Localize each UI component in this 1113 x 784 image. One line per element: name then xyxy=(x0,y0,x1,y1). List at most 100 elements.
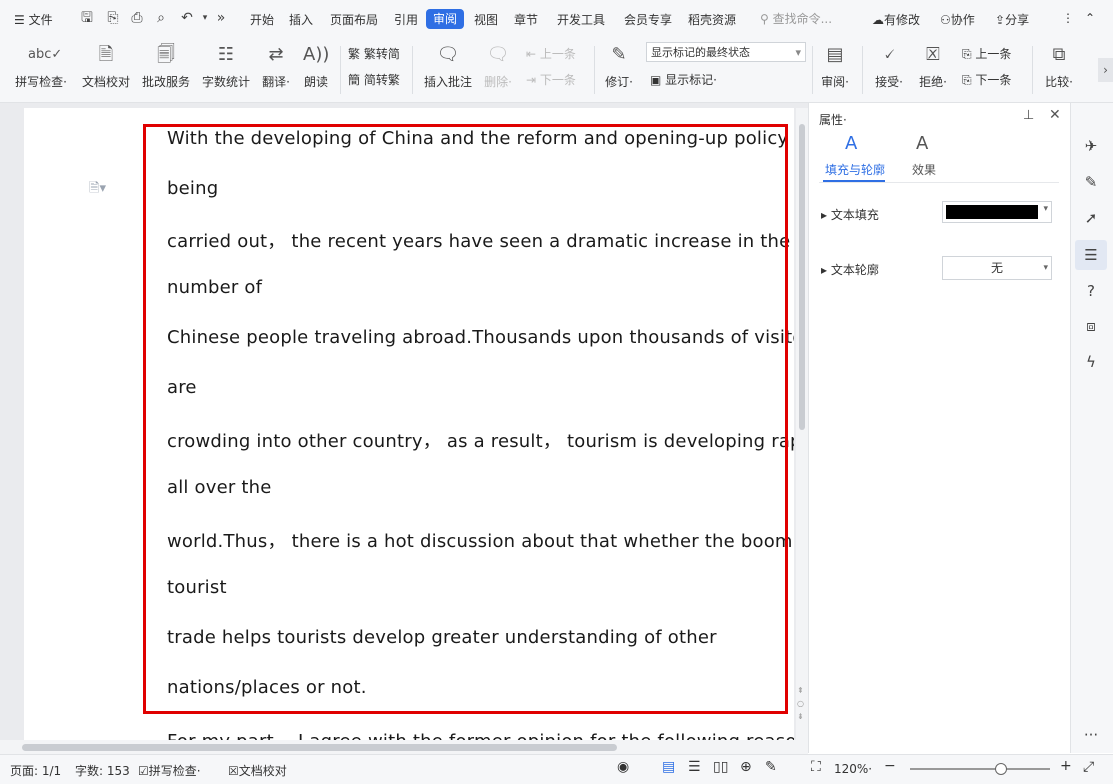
tab-insert[interactable]: 插入 xyxy=(289,11,313,28)
tab-page-layout[interactable]: 页面布局 xyxy=(330,11,378,28)
revise-service-button[interactable]: 🗐 批改服务 xyxy=(138,40,194,98)
tab-effects[interactable]: 效果 xyxy=(912,161,936,178)
help-icon[interactable]: ? xyxy=(1080,280,1102,302)
tab-member[interactable]: 会员专享 xyxy=(624,11,672,28)
eye-protection-icon[interactable]: ◉ xyxy=(617,759,629,775)
horizontal-scroll-thumb[interactable] xyxy=(22,744,617,751)
prev-comment-button[interactable]: ⇤ 上一条 xyxy=(526,45,576,62)
share-label: 分享 xyxy=(1005,13,1030,27)
status-spell-check-label: 拼写检查· xyxy=(148,764,201,778)
next-change-label: 下一条 xyxy=(975,73,1012,87)
status-doc-proof[interactable]: ☒文档校对 xyxy=(228,762,287,779)
simp-to-trad-button[interactable]: 簡 简转繁 xyxy=(348,71,400,88)
comment-delete-icon: 🗨 xyxy=(486,44,510,65)
share-button[interactable]: ⇪分享 xyxy=(995,11,1029,28)
write-view-icon[interactable]: ✎ xyxy=(765,759,777,775)
compare-button[interactable]: ⧉ 比较· xyxy=(1040,40,1078,98)
tab-developer[interactable]: 开发工具 xyxy=(557,11,605,28)
modified-button[interactable]: ☁有修改 xyxy=(872,11,920,28)
text-outline-select[interactable]: 无 ▾ xyxy=(942,256,1052,280)
fit-page-icon[interactable]: ⛶ xyxy=(811,759,821,775)
spell-check-button[interactable]: abc✓ 拼写检查· xyxy=(10,40,72,98)
reject-icon: 🗵 xyxy=(926,44,940,65)
undo-icon[interactable]: ↶ xyxy=(178,9,196,27)
file-menu[interactable]: ☰ 文件 xyxy=(14,11,53,28)
track-changes-button[interactable]: ✎ 修订· xyxy=(600,40,638,98)
next-comment-button[interactable]: ⇥ 下一条 xyxy=(526,71,576,88)
backup-icon[interactable]: ⧈ xyxy=(1080,315,1102,337)
doc-proof-button[interactable]: 🗎 文档校对 xyxy=(78,40,134,98)
close-icon[interactable]: ✕ xyxy=(1049,107,1061,123)
fullscreen-icon[interactable]: ⤢ xyxy=(1083,759,1094,775)
page-nav-icons[interactable]: ⇞ ○ ⇟ xyxy=(797,684,804,723)
user-icon: ⚇ xyxy=(940,13,951,27)
save-icon[interactable]: 🖫 xyxy=(78,9,96,27)
more-dots-icon[interactable]: ··· xyxy=(1080,724,1102,746)
zoom-level-select[interactable]: 120%· xyxy=(834,762,872,776)
more-menu-icon[interactable]: ⋮ xyxy=(1062,11,1074,25)
tab-references[interactable]: 引用 xyxy=(394,11,418,28)
read-aloud-button[interactable]: A)) 朗读 xyxy=(298,40,334,98)
status-doc-proof-label: 文档校对 xyxy=(238,764,287,778)
command-search-placeholder: 查找命令... xyxy=(772,12,833,26)
reject-button[interactable]: 🗵 拒绝· xyxy=(914,40,952,98)
tab-docer[interactable]: 稻壳资源 xyxy=(688,11,736,28)
show-markup-button[interactable]: ▣ 显示标记· xyxy=(650,71,717,88)
command-search[interactable]: ⚲ 查找命令... xyxy=(760,10,832,27)
more-quick-icon[interactable]: » xyxy=(212,9,230,27)
web-view-icon[interactable]: ⊕ xyxy=(740,759,752,775)
print-preview-icon[interactable]: ⌕ xyxy=(152,9,170,27)
chevron-down-icon: ▾ xyxy=(795,46,801,59)
insert-comment-button[interactable]: 🗨 插入批注 xyxy=(420,40,476,98)
rocket-icon[interactable]: ✈ xyxy=(1080,135,1102,157)
word-count-button[interactable]: ☷ 字数统计 xyxy=(198,40,254,98)
read-aloud-label: 朗读 xyxy=(303,75,328,89)
export-pdf-icon[interactable]: ⎘ xyxy=(104,9,122,27)
outline-view-icon[interactable]: ☰ xyxy=(688,759,701,775)
ribbon-divider xyxy=(1032,46,1033,94)
vertical-scroll-thumb[interactable] xyxy=(799,124,805,430)
text-fill-label: 文本填充 xyxy=(830,208,879,222)
collapse-ribbon-icon[interactable]: ⌃ xyxy=(1085,11,1095,25)
accept-button[interactable]: 🗸 接受· xyxy=(870,40,908,98)
sliders-icon[interactable]: ☰ xyxy=(1080,244,1102,266)
ribbon-scroll-right-icon[interactable]: › xyxy=(1098,58,1113,82)
tab-fill-outline[interactable]: 填充与轮廓 xyxy=(825,161,885,178)
page-indicator[interactable]: 页面: 1/1 xyxy=(10,762,61,779)
paragraph-icon[interactable]: 🗎▾ xyxy=(89,179,106,201)
page-view-icon[interactable]: ▤ xyxy=(662,759,675,775)
tab-chapter[interactable]: 章节 xyxy=(514,11,538,28)
zoom-out-icon[interactable]: − xyxy=(884,758,896,774)
translate-button[interactable]: ⇄ 翻译· xyxy=(256,40,296,98)
delete-comment-button[interactable]: 🗨 删除· xyxy=(480,40,516,98)
review-pane-button[interactable]: ▤ 审阅· xyxy=(816,40,854,98)
tab-review[interactable]: 审阅 xyxy=(426,9,464,29)
trad-to-simp-button[interactable]: 繁 繁转简 xyxy=(348,45,400,62)
lightning-icon[interactable]: ϟ xyxy=(1080,351,1102,373)
print-icon[interactable]: ⎙ xyxy=(128,9,146,27)
compare-label: 比较· xyxy=(1045,75,1073,89)
zoom-slider-handle[interactable] xyxy=(995,763,1007,775)
prev-change-icon: ⎘ xyxy=(962,47,976,61)
document-line[interactable]: For my part， I agree with the former opi… xyxy=(167,727,794,740)
status-spell-check[interactable]: ☑拼写检查· xyxy=(138,762,201,779)
zoom-slider[interactable] xyxy=(910,768,1050,770)
collaborate-button[interactable]: ⚇协作 xyxy=(940,11,975,28)
word-count-indicator[interactable]: 字数: 153 xyxy=(75,762,130,779)
prev-change-button[interactable]: ⎘ 上一条 xyxy=(962,45,1011,62)
cursor-icon[interactable]: ➚ xyxy=(1080,207,1102,229)
zoom-in-icon[interactable]: + xyxy=(1060,758,1072,774)
markup-state-select[interactable]: 显示标记的最终状态 ▾ xyxy=(646,42,806,62)
next-change-button[interactable]: ⎘ 下一条 xyxy=(962,71,1011,88)
checkbox-icon: ☑ xyxy=(138,764,149,778)
insert-comment-label: 插入批注 xyxy=(423,75,472,89)
tab-start[interactable]: 开始 xyxy=(250,11,274,28)
pin-icon[interactable]: ⊥ xyxy=(1023,108,1034,123)
tab-view[interactable]: 视图 xyxy=(474,11,498,28)
text-outline-row[interactable]: ▸ 文本轮廓 xyxy=(821,261,879,278)
pen-icon[interactable]: ✎ xyxy=(1080,171,1102,193)
text-fill-row[interactable]: ▸ 文本填充 xyxy=(821,206,879,223)
panel-title[interactable]: 属性· xyxy=(819,111,847,128)
reading-view-icon[interactable]: ▯▯ xyxy=(713,759,728,775)
text-fill-color-picker[interactable]: ▾ xyxy=(942,201,1052,223)
